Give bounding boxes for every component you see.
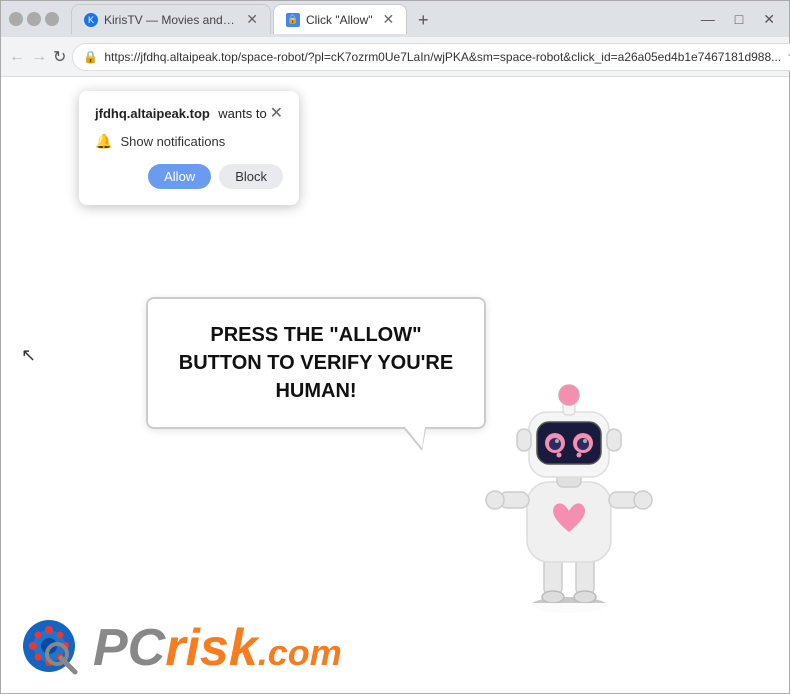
window-maximize-btn[interactable]: □ <box>729 9 749 29</box>
popup-domain: jfdhq.altaipeak.top <box>95 106 210 121</box>
back-icon: ← <box>9 48 25 66</box>
tab1-close[interactable]: ✕ <box>246 11 258 28</box>
speech-bubble-text: PRESS THE "ALLOW" BUTTON TO VERIFY YOU'R… <box>179 324 453 402</box>
new-tab-button[interactable]: + <box>409 6 437 34</box>
tabs-container: K KirisTV — Movies and Series D... ✕ 🔒 C… <box>71 4 691 34</box>
forward-button[interactable]: → <box>31 43 47 71</box>
tab1-favicon: K <box>84 13 98 27</box>
page-content: jfdhq.altaipeak.top wants to ✕ 🔔 Show no… <box>1 77 789 693</box>
allow-button[interactable]: Allow <box>148 164 211 189</box>
refresh-icon: ↻ <box>53 47 66 67</box>
title-bar: K KirisTV — Movies and Series D... ✕ 🔒 C… <box>1 1 789 37</box>
url-text: https://jfdhq.altaipeak.top/space-robot/… <box>104 50 781 64</box>
pcrisk-com: .com <box>258 632 342 673</box>
maximize-button[interactable] <box>27 12 41 26</box>
tab-kiristv[interactable]: K KirisTV — Movies and Series D... ✕ <box>71 4 271 34</box>
close-button[interactable] <box>45 12 59 26</box>
tab2-favicon: 🔒 <box>286 13 300 27</box>
notification-popup: jfdhq.altaipeak.top wants to ✕ 🔔 Show no… <box>79 91 299 205</box>
popup-title: jfdhq.altaipeak.top wants to <box>95 105 267 123</box>
speech-bubble-tail <box>404 429 426 451</box>
pcrisk-brand-text: PCrisk.com <box>93 622 342 674</box>
minimize-button[interactable] <box>9 12 23 26</box>
pcrisk-risk: risk <box>165 619 258 677</box>
pcrisk-watermark: PCrisk.com <box>1 603 789 693</box>
toolbar: ← → ↻ 🔒 https://jfdhq.altaipeak.top/spac… <box>1 37 789 77</box>
browser-window: K KirisTV — Movies and Series D... ✕ 🔒 C… <box>0 0 790 694</box>
window-close-btn[interactable]: ✕ <box>757 9 781 30</box>
block-button[interactable]: Block <box>219 164 283 189</box>
speech-bubble: PRESS THE "ALLOW" BUTTON TO VERIFY YOU'R… <box>146 297 486 429</box>
address-bar[interactable]: 🔒 https://jfdhq.altaipeak.top/space-robo… <box>72 43 790 71</box>
back-button[interactable]: ← <box>9 43 25 71</box>
window-minimize-btn[interactable]: — <box>695 9 721 29</box>
popup-close-button[interactable]: ✕ <box>270 106 283 122</box>
forward-icon: → <box>31 48 47 66</box>
pcrisk-pc: PC <box>93 619 165 677</box>
tab-click-allow[interactable]: 🔒 Click "Allow" ✕ <box>273 4 407 34</box>
popup-header: jfdhq.altaipeak.top wants to ✕ <box>95 105 283 123</box>
pcrisk-logo <box>21 618 81 678</box>
tab2-title: Click "Allow" <box>306 13 373 27</box>
robot-illustration <box>479 357 659 617</box>
window-action-buttons: — □ ✕ <box>695 9 781 30</box>
tab1-title: KirisTV — Movies and Series D... <box>104 13 236 27</box>
bell-icon: 🔔 <box>95 133 112 150</box>
refresh-button[interactable]: ↻ <box>53 43 66 71</box>
speech-bubble-container: PRESS THE "ALLOW" BUTTON TO VERIFY YOU'R… <box>146 297 486 451</box>
popup-notification-row: 🔔 Show notifications <box>95 133 283 150</box>
window-controls <box>9 12 59 26</box>
popup-buttons: Allow Block <box>95 164 283 189</box>
tab2-close[interactable]: ✕ <box>383 11 395 28</box>
popup-wants-text: wants to <box>218 106 266 121</box>
show-notifications-label: Show notifications <box>120 134 225 149</box>
mouse-cursor: ↖ <box>21 345 36 366</box>
lock-icon: 🔒 <box>83 50 98 64</box>
